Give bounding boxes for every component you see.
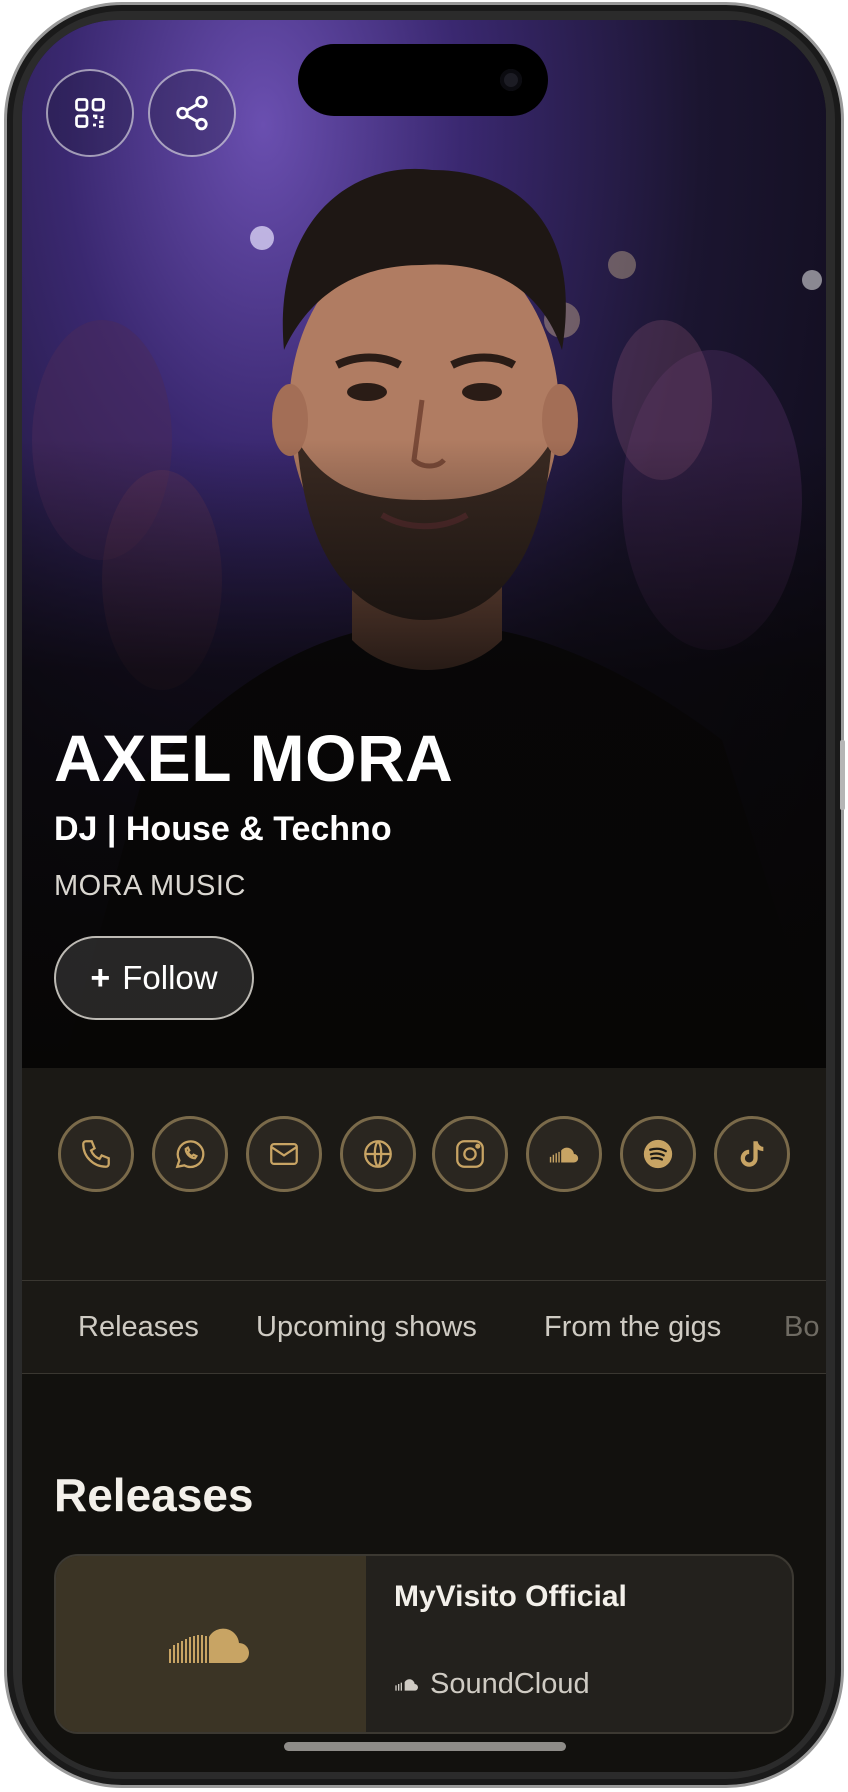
profile-subtitle: DJ | House & Techno [54, 810, 392, 848]
profile-name: AXEL MORA [54, 721, 454, 795]
soundcloud-button[interactable] [526, 1116, 602, 1192]
release-thumbnail [56, 1556, 366, 1732]
phone-icon [82, 1140, 110, 1168]
tab-upcoming-shows[interactable]: Upcoming shows [256, 1311, 477, 1344]
tiktok-icon [740, 1141, 764, 1167]
soundcloud-icon [549, 1147, 579, 1163]
profile-label: MORA MUSIC [54, 870, 246, 902]
releases-heading: Releases [54, 1469, 254, 1521]
tab-from-the-gigs[interactable]: From the gigs [544, 1311, 721, 1344]
follow-button[interactable]: + Follow [54, 936, 254, 1020]
spotify-button[interactable] [620, 1116, 696, 1192]
releases-section: Releases MyVisito Official SoundCloud [22, 1374, 826, 1772]
tab-bookings[interactable]: Bo [784, 1311, 819, 1344]
phone-side-button [840, 740, 845, 810]
whatsapp-button[interactable] [152, 1116, 228, 1192]
qr-code-button[interactable] [46, 69, 134, 157]
website-button[interactable] [340, 1116, 416, 1192]
soundcloud-icon [395, 1678, 418, 1691]
screen: AXEL MORA DJ | House & Techno MORA MUSIC… [22, 20, 826, 1772]
camera-icon [500, 69, 522, 91]
phone-button[interactable] [58, 1116, 134, 1192]
spotify-icon [643, 1139, 673, 1169]
mail-button[interactable] [246, 1116, 322, 1192]
hero-gradient [22, 20, 826, 1068]
plus-icon: + [90, 958, 111, 997]
instagram-button[interactable] [432, 1116, 508, 1192]
share-icon [176, 95, 208, 131]
home-indicator[interactable] [284, 1742, 566, 1751]
hero-section: AXEL MORA DJ | House & Techno MORA MUSIC… [22, 20, 826, 1068]
section-tabs: Releases Upcoming shows From the gigs Bo [22, 1280, 826, 1374]
qr-code-icon [75, 98, 105, 128]
globe-icon [364, 1140, 392, 1168]
dynamic-island [298, 44, 548, 116]
release-card[interactable]: MyVisito Official SoundCloud [54, 1554, 794, 1734]
soundcloud-icon [169, 1628, 249, 1663]
release-source: SoundCloud [394, 1668, 590, 1701]
mail-icon [270, 1142, 298, 1166]
release-source-label: SoundCloud [430, 1668, 590, 1700]
whatsapp-icon [175, 1140, 205, 1169]
instagram-icon [456, 1140, 484, 1168]
share-button[interactable] [148, 69, 236, 157]
release-title: MyVisito Official [394, 1580, 627, 1613]
follow-label: Follow [122, 959, 218, 996]
tab-releases[interactable]: Releases [78, 1311, 199, 1344]
tiktok-button[interactable] [714, 1116, 790, 1192]
contact-buttons-row [22, 1068, 826, 1280]
